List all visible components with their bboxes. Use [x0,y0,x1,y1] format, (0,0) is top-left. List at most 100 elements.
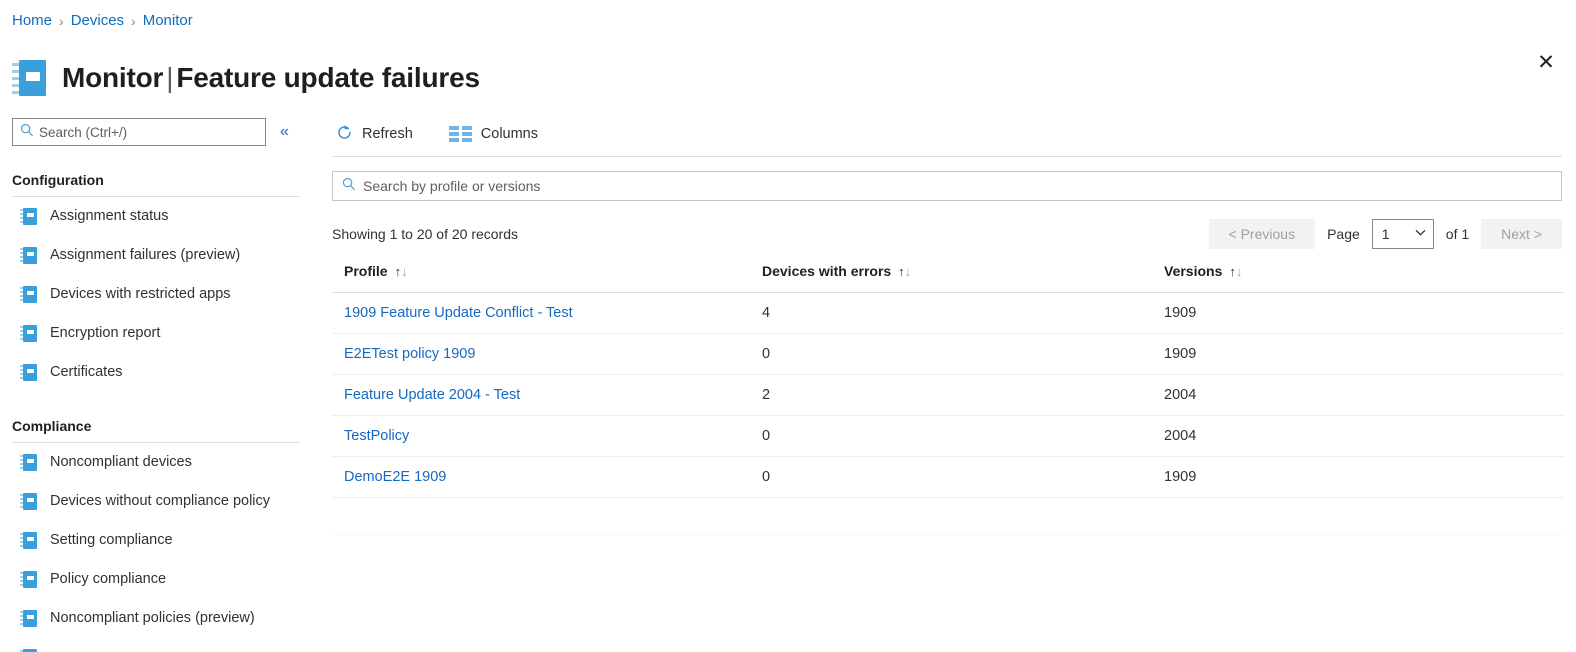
cell-profile: Feature Update 2004 - Test [332,374,750,416]
column-header-profile[interactable]: Profile ↑ ↓ [332,255,750,293]
table-row: Feature Update 2004 - Test 2 2004 [332,374,1564,416]
previous-page-button[interactable]: < Previous [1208,218,1316,249]
table-row: E2ETest policy 1909 0 1909 [332,333,1564,375]
columns-button[interactable]: Columns [445,122,542,146]
page-title-secondary: Feature update failures [176,61,480,93]
column-header-label: Devices with errors [762,263,892,279]
sidebar-group-title-configuration: Configuration [12,172,104,188]
feature-update-failures-table: Profile ↑ ↓ Devices with errors ↑ ↓ Vers… [332,255,1564,536]
cell-versions: 1909 [1152,456,1564,498]
cell-empty [750,497,1152,536]
profile-link[interactable]: Feature Update 2004 - Test [344,387,520,403]
breadcrumb-item-devices[interactable]: Devices [71,11,124,31]
sidebar: « Configuration Assignment status Assign… [0,112,312,652]
cell-profile: 1909 Feature Update Conflict - Test [332,292,750,334]
profile-link[interactable]: TestPolicy [344,428,409,444]
sidebar-item-label: Encryption report [50,325,161,342]
next-page-button[interactable]: Next > [1481,218,1562,249]
sidebar-item-certificates[interactable]: Certificates [0,353,312,392]
cell-devices-with-errors: 0 [750,456,1152,498]
sidebar-item-noncompliant-policies-preview[interactable]: Noncompliant policies (preview) [0,599,312,638]
refresh-icon [336,124,353,145]
refresh-button[interactable]: Refresh [332,120,417,149]
page-title: Monitor | Feature update failures [62,59,480,97]
chevron-down-icon [1415,228,1426,239]
cell-profile: DemoE2E 1909 [332,456,750,498]
filter-search-box[interactable] [332,171,1562,201]
pagination-controls: < Previous Page 1 of 1 Next > [1208,218,1562,249]
sidebar-item-devices-with-restricted-apps[interactable]: Devices with restricted apps [0,275,312,314]
notebook-report-icon [12,58,48,98]
cell-profile: TestPolicy [332,415,750,457]
notebook-report-icon [20,246,38,265]
breadcrumb-item-home[interactable]: Home [12,11,52,31]
search-icon [342,177,356,196]
cell-versions: 2004 [1152,415,1564,457]
notebook-report-icon [20,492,38,511]
sidebar-item-setting-compliance[interactable]: Setting compliance [0,521,312,560]
cell-versions: 1909 [1152,292,1564,334]
filter-wrap [318,157,1576,201]
pagination-row: Showing 1 to 20 of 20 records < Previous… [318,201,1576,251]
sidebar-item-devices-without-compliance-policy[interactable]: Devices without compliance policy [0,482,312,521]
main-panel: Refresh Columns Show [318,112,1576,652]
column-header-versions[interactable]: Versions ↑ ↓ [1152,255,1564,293]
sidebar-item-noncompliant-devices[interactable]: Noncompliant devices [0,443,312,482]
page-number-select[interactable]: 1 [1371,218,1434,249]
table-row-placeholder [332,497,1564,536]
sidebar-item-label: Policy compliance [50,571,167,588]
breadcrumb: Home › Devices › Monitor [12,11,193,31]
column-header-label: Profile [344,263,388,279]
table-header-row: Profile ↑ ↓ Devices with errors ↑ ↓ Vers… [332,255,1564,293]
sort-ascending-descending-icon[interactable]: ↑ ↓ [1229,265,1242,278]
filter-search-input[interactable] [363,178,1543,194]
sort-ascending-descending-icon[interactable]: ↑ ↓ [898,265,911,278]
close-icon[interactable]: ✕ [1530,46,1562,78]
page-label: Page [1327,225,1360,242]
cell-devices-with-errors: 4 [750,292,1152,334]
sidebar-item-label: Noncompliant devices [50,454,192,471]
cell-profile: E2ETest policy 1909 [332,333,750,375]
sidebar-item-partial[interactable] [0,638,312,652]
cell-empty [1152,497,1564,536]
sidebar-item-label: Devices with restricted apps [50,286,231,303]
cell-versions: 1909 [1152,333,1564,375]
notebook-report-icon [20,609,38,628]
records-count-label: Showing 1 to 20 of 20 records [332,225,519,242]
breadcrumb-item-monitor[interactable]: Monitor [143,11,193,31]
column-header-devices-with-errors[interactable]: Devices with errors ↑ ↓ [750,255,1152,293]
notebook-report-icon [20,453,38,472]
sidebar-search-row: « [0,112,312,146]
page-title-row: Monitor | Feature update failures [12,40,480,116]
notebook-report-icon [20,207,38,226]
breadcrumb-separator-icon: › [59,13,64,29]
sidebar-item-label: Devices without compliance policy [50,493,271,510]
sort-ascending-descending-icon[interactable]: ↑ ↓ [395,265,408,278]
cell-empty [332,497,750,536]
table-row: DemoE2E 1909 0 1909 [332,456,1564,498]
sidebar-item-label: Noncompliant policies (preview) [50,610,255,627]
sidebar-item-encryption-report[interactable]: Encryption report [0,314,312,353]
sidebar-item-label: Assignment failures (preview) [50,247,241,264]
search-icon [20,123,34,142]
cell-devices-with-errors: 2 [750,374,1152,416]
notebook-report-icon [20,531,38,550]
chevron-double-left-icon[interactable]: « [276,122,293,142]
notebook-report-icon [20,363,38,382]
table-row: 1909 Feature Update Conflict - Test 4 19… [332,292,1564,334]
sidebar-item-label: Certificates [50,364,123,381]
sidebar-item-policy-compliance[interactable]: Policy compliance [0,560,312,599]
search-box[interactable] [12,118,266,146]
profile-link[interactable]: E2ETest policy 1909 [344,346,475,362]
notebook-report-icon [20,648,38,652]
search-input[interactable] [39,124,244,140]
profile-link[interactable]: 1909 Feature Update Conflict - Test [344,305,573,321]
profile-link[interactable]: DemoE2E 1909 [344,469,446,485]
page-title-primary: Monitor [62,61,164,93]
sidebar-item-assignment-failures-preview[interactable]: Assignment failures (preview) [0,236,312,275]
page-number-value: 1 [1381,225,1390,242]
sidebar-item-assignment-status[interactable]: Assignment status [0,197,312,236]
refresh-label: Refresh [362,125,413,142]
page-total-label: of 1 [1445,225,1470,242]
cell-devices-with-errors: 0 [750,415,1152,457]
